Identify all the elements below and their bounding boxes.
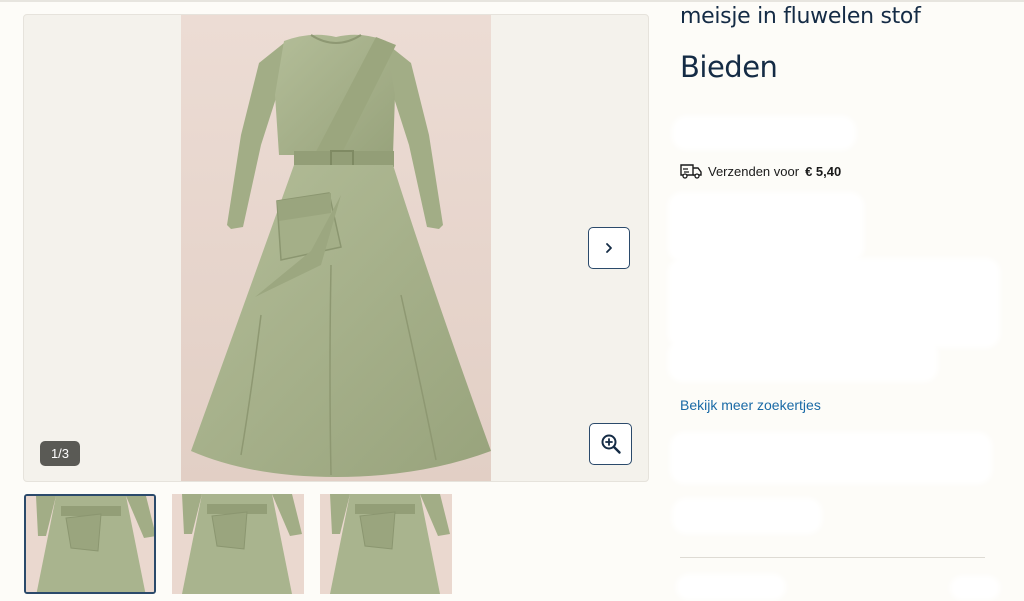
thumbnail-image <box>172 494 304 594</box>
shipping-price: € 5,40 <box>805 163 842 179</box>
chevron-right-icon <box>606 243 612 253</box>
more-listings-link[interactable]: Bekijk meer zoekertjes <box>680 397 821 413</box>
next-image-button[interactable] <box>588 227 630 269</box>
thumbnail-image <box>320 494 452 594</box>
thumbnail-3[interactable] <box>320 494 452 594</box>
redacted-block <box>668 258 1000 348</box>
thumbnail-2[interactable] <box>172 494 304 594</box>
redacted-block <box>668 192 864 262</box>
top-border <box>0 0 1024 2</box>
listing-price: Bieden <box>680 50 778 84</box>
thumbnail-image <box>26 496 154 592</box>
shipping-info: Verzenden voor € 5,40 <box>680 161 841 181</box>
listing-title: meisje in fluwelen stof <box>680 4 921 29</box>
redacted-block <box>670 432 992 484</box>
divider <box>680 557 985 558</box>
shipping-label: Verzenden voor <box>708 163 800 179</box>
main-photo[interactable] <box>181 15 491 481</box>
image-gallery: 1/3 <box>23 14 649 482</box>
truck-icon <box>680 164 702 179</box>
redacted-block <box>668 340 938 382</box>
redacted-block <box>672 498 822 534</box>
thumbnail-1[interactable] <box>24 494 156 594</box>
dress-image <box>191 34 491 477</box>
redacted-block <box>676 574 786 600</box>
image-counter: 1/3 <box>40 441 80 466</box>
redacted-block <box>672 116 856 150</box>
redacted-block <box>950 576 1000 600</box>
zoom-button[interactable] <box>589 423 632 465</box>
zoom-in-icon <box>601 434 621 454</box>
thumbnail-strip <box>24 494 464 596</box>
